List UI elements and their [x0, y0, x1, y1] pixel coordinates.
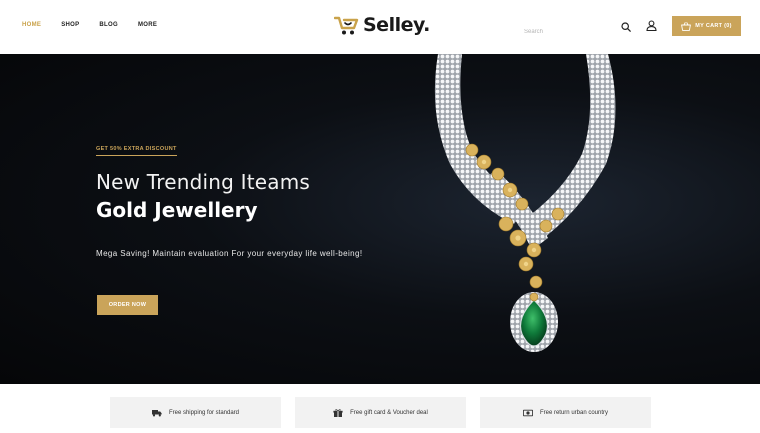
discount-tagline: GET 50% EXTRA DISCOUNT [96, 146, 177, 156]
nav-item-more[interactable]: MORE [138, 22, 157, 28]
hero-subtitle: Gold Jewellery [96, 198, 258, 222]
feature-text: Free shipping for standard [168, 409, 240, 416]
feature-text: Free return urban country [539, 409, 609, 416]
cart-button[interactable]: MY CART (0) [672, 16, 741, 36]
order-now-button[interactable]: ORDER NOW [97, 295, 158, 315]
feature-text: Free gift card & Voucher deal [350, 409, 428, 416]
brand-name: Selley. [363, 14, 430, 36]
search-input[interactable] [524, 25, 614, 39]
hero-banner: GET 50% EXTRA DISCOUNT New Trending Itea… [0, 54, 760, 384]
nav-item-shop[interactable]: SHOP [61, 22, 79, 28]
cart-label: MY CART (0) [695, 23, 732, 29]
truck-icon [151, 409, 162, 416]
main-nav: HOME SHOP BLOG MORE [22, 22, 177, 28]
nav-item-blog[interactable]: BLOG [99, 22, 118, 28]
hero-title: New Trending Iteams [96, 170, 311, 194]
gift-icon [333, 408, 343, 417]
feature-return: Free return urban country [480, 397, 651, 428]
nav-item-home[interactable]: HOME [22, 22, 41, 28]
money-icon [522, 409, 533, 416]
shopping-cart-logo-icon [334, 16, 359, 35]
hero-description: Mega Saving! Maintain evaluation For you… [96, 249, 363, 258]
search-bar [524, 20, 634, 39]
site-header: HOME SHOP BLOG MORE Selley. MY CART (0) [0, 0, 760, 54]
basket-icon [681, 21, 692, 31]
brand-logo[interactable]: Selley. [334, 14, 430, 36]
feature-shipping: Free shipping for standard [110, 397, 281, 428]
user-icon[interactable] [646, 20, 657, 31]
features-bar: Free shipping for standard Free gift car… [0, 384, 760, 433]
search-icon[interactable] [621, 22, 631, 32]
necklace-image [434, 54, 616, 352]
feature-gift-card: Free gift card & Voucher deal [295, 397, 466, 428]
